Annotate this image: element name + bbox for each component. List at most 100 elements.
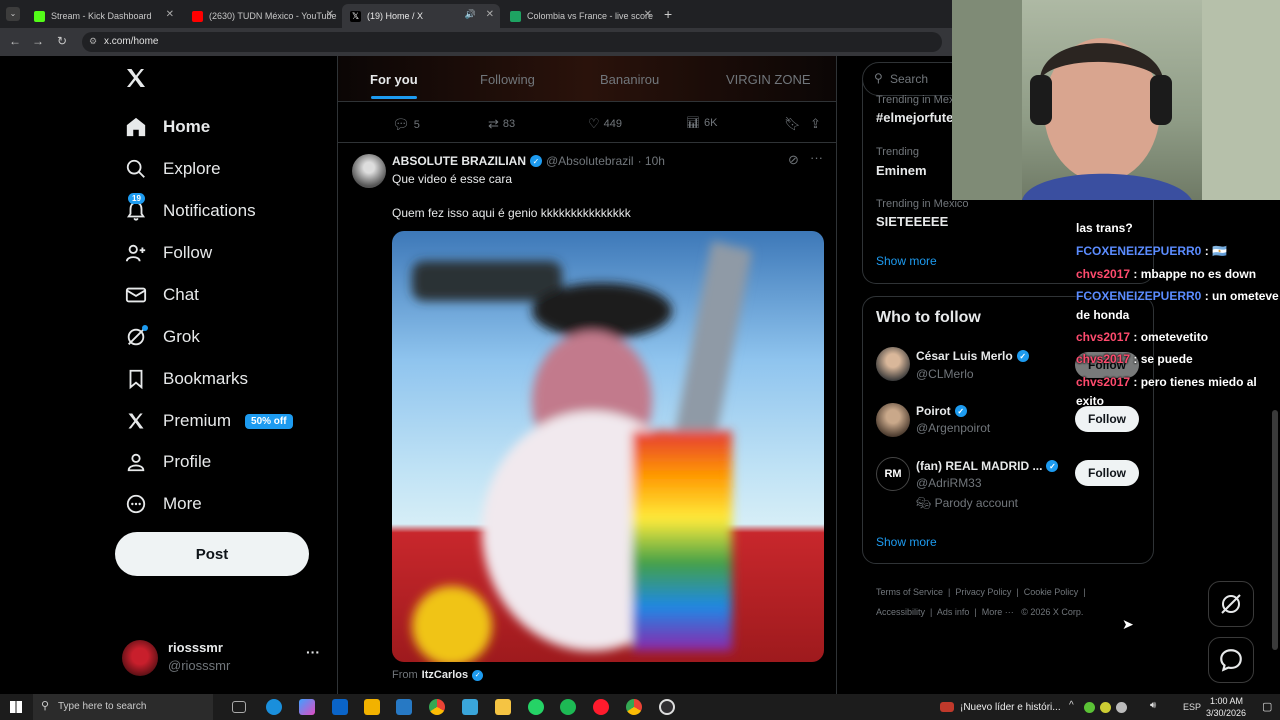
- messages-floating-button[interactable]: [1208, 637, 1254, 683]
- show-more-link[interactable]: Show more: [876, 254, 937, 268]
- tab-x-home[interactable]: 𝕏 (19) Home / X 🔊 ✕: [342, 4, 500, 28]
- sidebar-item-grok[interactable]: Grok: [124, 317, 200, 357]
- sidebar-item-bookmarks[interactable]: Bookmarks: [124, 359, 248, 399]
- reload-icon[interactable]: ↻: [57, 34, 67, 48]
- suggest-name[interactable]: César Luis Merlo ✓: [916, 349, 1029, 363]
- footer-link[interactable]: Terms of Service: [876, 587, 943, 597]
- sidebar-item-home[interactable]: Home: [124, 107, 210, 147]
- tweet-avatar[interactable]: [352, 154, 386, 188]
- tab-kick[interactable]: Stream - Kick Dashboard ✕: [26, 4, 180, 28]
- tab-virgin-zone[interactable]: VIRGIN ZONE: [726, 72, 811, 87]
- repost-action[interactable]: ⇄ 83: [488, 116, 515, 132]
- sidebar-item-notifications[interactable]: 19 Notifications: [124, 191, 256, 231]
- close-icon[interactable]: ✕: [326, 9, 334, 20]
- address-toolbar: ← → ↻ ⚙ x.com/home: [0, 28, 952, 56]
- sidebar-item-chat[interactable]: Chat: [124, 275, 199, 315]
- avatar[interactable]: [876, 347, 910, 381]
- grok-icon[interactable]: ⊘: [788, 152, 799, 168]
- tray-chevron-icon[interactable]: ^: [1069, 700, 1074, 711]
- speaker-icon[interactable]: 🔊: [465, 9, 476, 20]
- tab-following[interactable]: Following: [480, 72, 535, 87]
- sidebar-item-premium[interactable]: Premium 50% off: [124, 401, 293, 441]
- views-action[interactable]: 📊︎ 6K: [686, 116, 717, 130]
- footer-link[interactable]: More ···: [982, 607, 1014, 617]
- sidebar-item-more[interactable]: More: [124, 484, 202, 524]
- notification-center-icon[interactable]: ▢: [1262, 700, 1272, 713]
- taskbar-search-input[interactable]: ⚲ Type here to search: [33, 694, 213, 720]
- language-indicator[interactable]: ESP: [1183, 702, 1201, 712]
- tray-app-icon[interactable]: [1084, 702, 1095, 713]
- store-icon[interactable]: [364, 699, 380, 715]
- vscode-icon[interactable]: [396, 699, 412, 715]
- tweet-header: ABSOLUTE BRAZILIAN ✓ @Absolutebrazil · 1…: [392, 154, 665, 168]
- site-info-icon[interactable]: ⚙: [89, 36, 97, 47]
- tweet-video[interactable]: [392, 231, 824, 662]
- from-user[interactable]: ItzCarlos: [422, 669, 468, 681]
- show-more-link[interactable]: Show more: [876, 535, 937, 549]
- suggest-name[interactable]: (fan) REAL MADRID ... ✓: [916, 459, 1059, 473]
- sidebar-item-follow[interactable]: Follow: [124, 233, 212, 273]
- avatar[interactable]: [876, 403, 910, 437]
- tab-youtube[interactable]: (2630) TUDN México - YouTube ✕: [184, 4, 340, 28]
- suggest-name[interactable]: Poirot ✓: [916, 404, 967, 418]
- divider: [338, 142, 836, 143]
- follow-button[interactable]: Follow: [1075, 406, 1139, 432]
- task-view-icon[interactable]: [232, 701, 246, 713]
- sidebar-item-profile[interactable]: Profile: [124, 442, 211, 482]
- clock-time[interactable]: 1:00 AM: [1210, 696, 1243, 706]
- trend-name[interactable]: SIETEEEEE: [876, 214, 948, 229]
- close-icon[interactable]: ✕: [486, 9, 494, 20]
- share-icon[interactable]: ⇪: [810, 116, 821, 132]
- spotify-icon[interactable]: [560, 699, 576, 715]
- opera-icon[interactable]: [593, 699, 609, 715]
- explorer-icon[interactable]: [495, 699, 511, 715]
- avatar[interactable]: RM: [876, 457, 910, 491]
- address-bar[interactable]: ⚙ x.com/home: [82, 32, 942, 52]
- volume-icon[interactable]: 🔊︎: [1150, 700, 1156, 711]
- tab-bananirou[interactable]: Bananirou: [600, 72, 659, 87]
- chrome-active-icon[interactable]: [626, 699, 642, 715]
- post-button[interactable]: Post: [115, 532, 309, 576]
- trend-name[interactable]: #elmejorfute: [876, 110, 953, 125]
- more-dots-icon[interactable]: ···: [306, 644, 320, 660]
- copilot-icon[interactable]: [299, 699, 315, 715]
- footer-link[interactable]: Ads info: [937, 607, 970, 617]
- follow-button[interactable]: Follow: [1075, 460, 1139, 486]
- obs-icon[interactable]: [659, 699, 675, 715]
- trend-name[interactable]: Eminem: [876, 163, 927, 178]
- sidebar-item-explore[interactable]: Explore: [124, 149, 221, 189]
- windows-start-icon[interactable]: [10, 701, 22, 713]
- sidebar-item-label: Follow: [163, 243, 213, 262]
- close-icon[interactable]: ✕: [644, 9, 652, 20]
- tab-search-button[interactable]: ⌄: [6, 7, 20, 21]
- scrollbar[interactable]: [1272, 410, 1278, 650]
- tweet-handle[interactable]: @Absolutebrazil: [546, 154, 634, 168]
- forward-icon[interactable]: →: [32, 34, 44, 48]
- chrome-icon[interactable]: [429, 699, 445, 715]
- tweet-author[interactable]: ABSOLUTE BRAZILIAN: [392, 154, 526, 168]
- footer-link[interactable]: Accessibility: [876, 607, 925, 617]
- news-headline[interactable]: ¡Nuevo líder e históri...: [960, 702, 1061, 713]
- notepad-icon[interactable]: [462, 699, 478, 715]
- outlook-icon[interactable]: [332, 699, 348, 715]
- tray-app-icon[interactable]: [1116, 702, 1127, 713]
- bookmark-icon[interactable]: 🔖︎: [784, 116, 801, 132]
- tab-for-you[interactable]: For you: [370, 72, 418, 87]
- account-switcher[interactable]: riosssmr @riosssmr ···: [122, 638, 322, 676]
- footer-link[interactable]: Privacy Policy: [955, 587, 1011, 597]
- avatar: [122, 640, 158, 676]
- grok-floating-button[interactable]: [1208, 581, 1254, 627]
- whatsapp-icon[interactable]: [528, 699, 544, 715]
- reply-action[interactable]: 💬︎ 5: [392, 116, 420, 133]
- new-tab-button[interactable]: +: [664, 6, 672, 22]
- close-icon[interactable]: ✕: [166, 9, 174, 20]
- tab-livescore[interactable]: Colombia vs France - live score ✕: [502, 4, 658, 28]
- footer-link[interactable]: Cookie Policy: [1024, 587, 1079, 597]
- like-action[interactable]: ♡ 449: [588, 116, 622, 132]
- clock-date[interactable]: 3/30/2026: [1206, 708, 1246, 718]
- tray-app-icon[interactable]: [1100, 702, 1111, 713]
- back-icon[interactable]: ←: [9, 34, 21, 48]
- more-dots-icon[interactable]: ···: [810, 150, 823, 165]
- edge-icon[interactable]: [266, 699, 282, 715]
- x-logo-icon[interactable]: [124, 66, 150, 96]
